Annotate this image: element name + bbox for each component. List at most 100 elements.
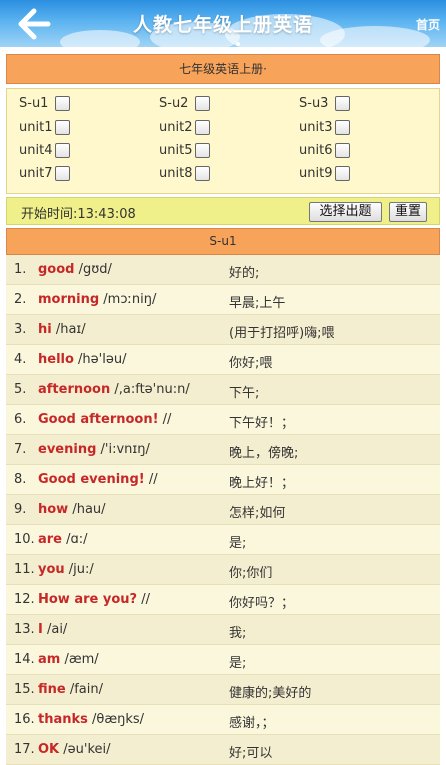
word-row: 17. OK /əu'kei/好;可以 — [6, 735, 440, 765]
word-entry: Good evening! // — [38, 472, 158, 487]
english-word: hello — [38, 352, 74, 367]
unit-checkbox[interactable] — [55, 166, 70, 181]
chinese-meaning: 下午; — [229, 386, 260, 401]
word-number: 16. — [14, 712, 35, 727]
unit-checkbox[interactable] — [55, 96, 70, 111]
unit-label: unit7 — [19, 166, 53, 181]
unit-checkbox[interactable] — [195, 120, 210, 135]
unit-checkbox[interactable] — [335, 166, 350, 181]
phonetic: // — [158, 412, 172, 427]
word-row: 9. how /hau/怎样;如何 — [6, 495, 440, 525]
phonetic: // — [144, 472, 158, 487]
chinese-meaning: 下午好！； — [229, 416, 295, 431]
chinese-meaning: 好的; — [229, 266, 260, 281]
word-entry: Good afternoon! // — [38, 412, 171, 427]
phonetic: /'i:vnɪŋ/ — [96, 442, 150, 457]
english-word: are — [38, 532, 63, 547]
select-questions-button[interactable]: 选择出题 — [309, 202, 382, 222]
word-number: 10. — [14, 532, 35, 547]
unit-selector: S-u1 S-u2 S-u3 unit1 unit2 unit3 unit4 unit5 uni… — [6, 88, 440, 194]
word-row: 12. How are you? // 你好吗？； — [6, 585, 440, 615]
home-link[interactable]: 首页 — [416, 16, 440, 33]
page-title: 人教七年级上册英语 — [132, 14, 313, 36]
word-number: 6. — [14, 412, 27, 427]
unit-checkbox[interactable] — [195, 96, 210, 111]
unit-label: unit1 — [19, 120, 53, 135]
unit-checkbox[interactable] — [195, 166, 210, 181]
word-list: 1. good /gʊd/好的; 2. morning /mɔːniŋ/早晨;上午 3.… — [6, 255, 440, 765]
unit-label: unit8 — [159, 166, 193, 181]
chinese-meaning: 你好;喂 — [229, 356, 273, 371]
unit-label: unit4 — [19, 143, 53, 158]
english-word: evening — [38, 442, 97, 457]
word-entry: you /ju:/ — [38, 562, 94, 577]
word-entry: how /hau/ — [38, 502, 106, 517]
chinese-meaning: 怎样;如何 — [229, 506, 286, 521]
word-number: 11. — [14, 562, 35, 577]
start-time: 开始时间:13:43:08 — [21, 207, 136, 222]
word-row: 15. fine /fain/健康的;美好的 — [6, 675, 440, 705]
english-word: Good evening! — [38, 472, 145, 487]
word-entry: thanks /θæŋks/ — [38, 712, 144, 727]
unit-option[interactable]: unit7 — [19, 165, 99, 183]
phonetic: /,a:ftə'nu:n/ — [110, 382, 190, 397]
word-number: 17. — [14, 742, 35, 757]
word-entry: afternoon /,a:ftə'nu:n/ — [38, 382, 190, 397]
unit-option[interactable]: unit3 — [299, 119, 379, 137]
phonetic: /hə'ləu/ — [73, 352, 127, 367]
chinese-meaning: 好;可以 — [229, 746, 273, 761]
phonetic: /mɔːniŋ/ — [99, 292, 157, 307]
reset-button[interactable]: 重置 — [389, 202, 427, 222]
unit-label: unit6 — [299, 143, 333, 158]
unit-label: S-u2 — [159, 96, 189, 111]
phonetic: /ju:/ — [64, 562, 94, 577]
word-row: 6. Good afternoon! // 下午好！； — [6, 405, 440, 435]
word-number: 12. — [14, 592, 35, 607]
app-header: 人教七年级上册英语 首页 — [0, 0, 446, 47]
word-number: 14. — [14, 652, 35, 667]
unit-option[interactable]: unit5 — [159, 142, 239, 160]
book-section-header: 七年级英语上册· — [6, 54, 440, 84]
unit-checkbox[interactable] — [55, 120, 70, 135]
chinese-meaning: 你;你们 — [229, 566, 273, 581]
chinese-meaning: 你好吗？； — [229, 596, 295, 611]
unit-option[interactable]: unit8 — [159, 165, 239, 183]
unit-checkbox[interactable] — [55, 143, 70, 158]
english-word: Good afternoon! — [38, 412, 159, 427]
word-number: 3. — [14, 322, 27, 337]
chinese-meaning: (用于打招呼)嗨;喂 — [229, 326, 335, 341]
unit-option[interactable]: unit9 — [299, 165, 379, 183]
unit-checkbox[interactable] — [335, 143, 350, 158]
english-word: good — [38, 262, 75, 277]
phonetic: /æm/ — [60, 652, 99, 667]
word-row: 4. hello /hə'ləu/你好;喂 — [6, 345, 440, 375]
unit-option[interactable]: unit6 — [299, 142, 379, 160]
word-number: 1. — [14, 262, 27, 277]
unit-option[interactable]: unit1 — [19, 119, 99, 137]
unit-label: unit9 — [299, 166, 333, 181]
unit-option[interactable]: unit2 — [159, 119, 239, 137]
list-section-header: S-u1 — [6, 228, 440, 255]
unit-option[interactable]: S-u1 — [19, 95, 99, 113]
chinese-meaning: 我; — [229, 626, 247, 641]
word-number: 9. — [14, 502, 27, 517]
unit-option[interactable]: unit4 — [19, 142, 99, 160]
unit-option[interactable]: S-u3 — [299, 95, 379, 113]
phonetic: /ɑ:/ — [62, 532, 88, 547]
unit-option[interactable]: S-u2 — [159, 95, 239, 113]
phonetic: /θæŋks/ — [87, 712, 145, 727]
word-row: 5. afternoon /,a:ftə'nu:n/下午; — [6, 375, 440, 405]
unit-checkbox[interactable] — [335, 120, 350, 135]
unit-label: unit5 — [159, 143, 193, 158]
unit-label: S-u3 — [299, 96, 329, 111]
word-number: 15. — [14, 682, 35, 697]
english-word: fine — [38, 682, 66, 697]
chinese-meaning: 晚上好！； — [229, 476, 295, 491]
phonetic: /əu'kei/ — [59, 742, 111, 757]
word-entry: evening /'i:vnɪŋ/ — [38, 442, 150, 457]
word-entry: are /ɑ:/ — [38, 532, 88, 547]
unit-checkbox[interactable] — [195, 143, 210, 158]
unit-checkbox[interactable] — [335, 96, 350, 111]
page-indicator-dot — [236, 42, 240, 46]
english-word: How are you? — [38, 592, 138, 607]
